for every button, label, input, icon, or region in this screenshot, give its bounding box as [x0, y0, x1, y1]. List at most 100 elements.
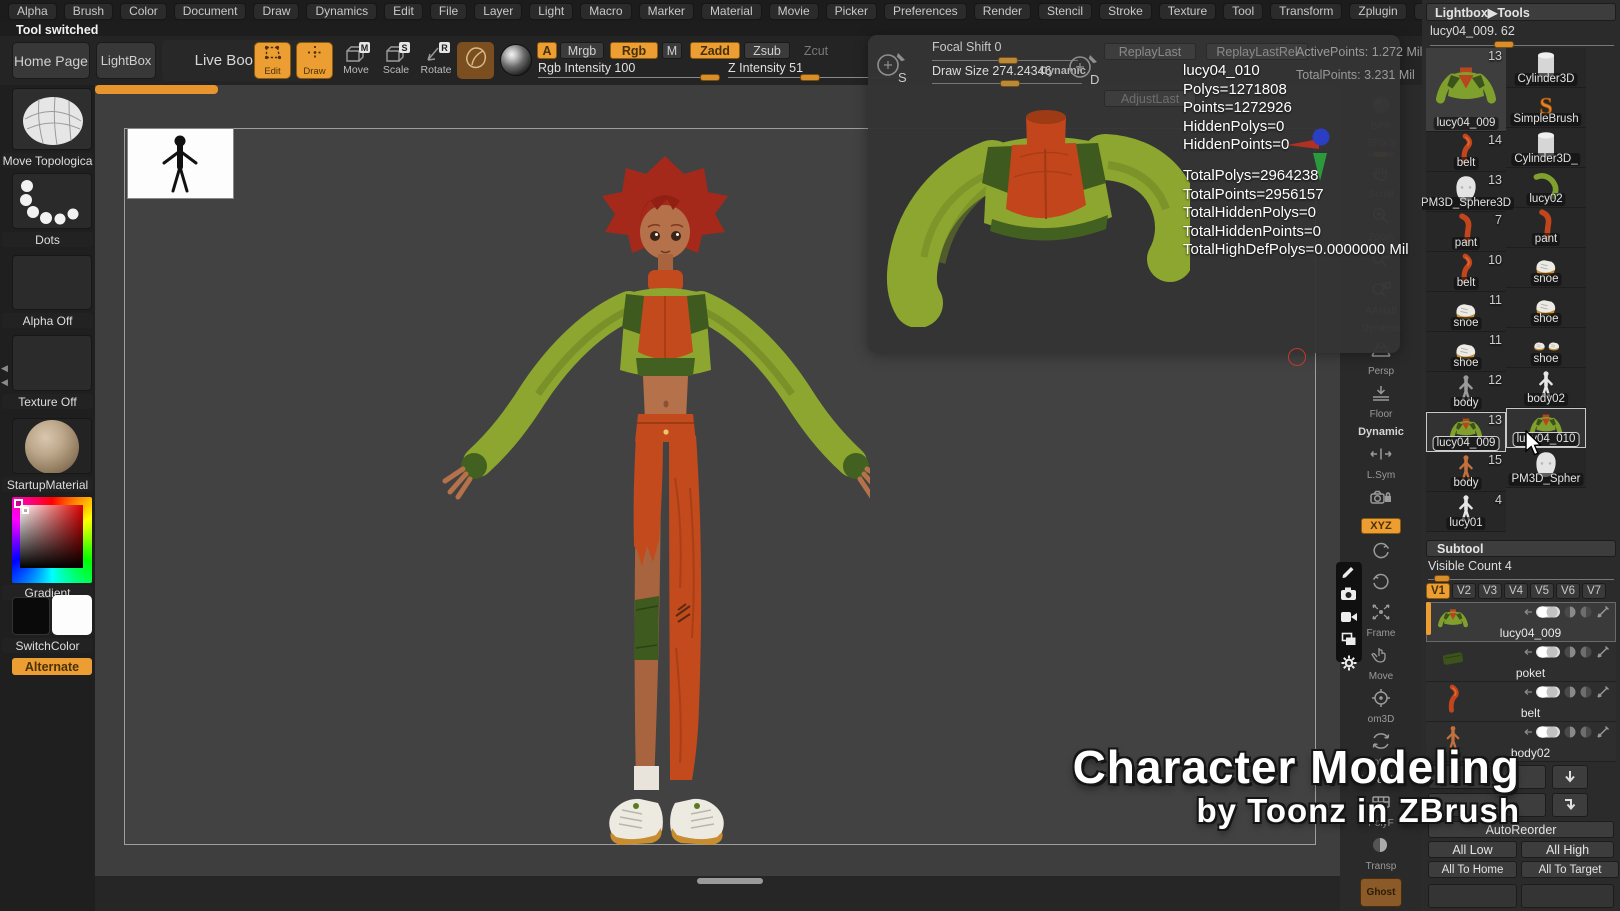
lightbox-button[interactable]: LightBox — [96, 42, 156, 79]
tool-item-belt[interactable]: 14belt — [1426, 132, 1506, 172]
tool-item-lucy04-010[interactable]: lucy04_010 — [1506, 408, 1586, 448]
menu-item-draw[interactable]: Draw — [253, 3, 299, 20]
tool-item-body[interactable]: 12body — [1426, 372, 1506, 412]
zsub-toggle[interactable]: Zsub — [744, 42, 790, 59]
move-button[interactable]: M Move — [338, 44, 374, 78]
menu-item-picker[interactable]: Picker — [826, 3, 877, 20]
shelf-item-spin-l[interactable] — [1369, 540, 1393, 565]
menu-item-marker[interactable]: Marker — [639, 3, 694, 20]
shelf-item-ghost[interactable]: Ghost — [1360, 878, 1403, 907]
shelf-item-camlock[interactable] — [1369, 487, 1393, 512]
visible-count-handle[interactable] — [1434, 575, 1450, 582]
subtool-tab-v6[interactable]: V6 — [1556, 583, 1580, 599]
tool-item-cylinder3d[interactable]: Cylinder3D — [1506, 48, 1586, 88]
gear-icon[interactable] — [1340, 654, 1358, 677]
alpha-thumbnail[interactable] — [12, 255, 92, 310]
shelf-item-floor[interactable]: Floor — [1369, 383, 1393, 420]
shelf-item-spin-r[interactable] — [1369, 571, 1393, 596]
horizontal-scrollbar[interactable] — [697, 878, 763, 884]
draw-size-handle[interactable] — [1000, 80, 1020, 87]
tool-item-pant[interactable]: 7pant — [1426, 212, 1506, 252]
replay-last-rel-button[interactable]: ReplayLastRel — [1206, 43, 1308, 60]
material-preview-ball[interactable] — [500, 44, 532, 76]
menu-item-document[interactable]: Document — [174, 3, 247, 20]
m-toggle[interactable]: M — [662, 42, 682, 59]
auto-reorder-button[interactable]: AutoReorder — [1428, 821, 1614, 838]
subtool-tab-v3[interactable]: V3 — [1478, 583, 1502, 599]
tool-item-pm3d-sphere3d[interactable]: 13PM3D_Sphere3D — [1426, 172, 1506, 212]
subtool-action-button-1[interactable] — [1428, 765, 1546, 789]
subtool-toggles[interactable] — [1522, 604, 1612, 625]
shelf-item-frame[interactable]: Frame — [1367, 602, 1396, 639]
tool-item-lucy01[interactable]: 4lucy01 — [1426, 492, 1506, 532]
saturation-selector[interactable] — [22, 507, 29, 514]
replay-last-button[interactable]: ReplayLast — [1104, 43, 1196, 60]
move-down-button[interactable] — [1552, 765, 1588, 789]
menu-item-render[interactable]: Render — [974, 3, 1031, 20]
shelf-item-polyf[interactable]: PolyF — [1368, 792, 1394, 829]
menu-item-transform[interactable]: Transform — [1270, 3, 1342, 20]
all-to-target-button[interactable]: All To Target — [1521, 861, 1619, 878]
draw-button[interactable]: Draw — [296, 42, 333, 79]
stroke-thumbnail[interactable] — [12, 173, 92, 229]
menu-item-material[interactable]: Material — [701, 3, 762, 20]
all-low-button[interactable]: All Low — [1428, 841, 1517, 858]
tool-slider-handle[interactable] — [1494, 41, 1514, 48]
menu-item-dynamics[interactable]: Dynamics — [306, 3, 377, 20]
color-picker[interactable] — [12, 497, 92, 583]
menu-item-preferences[interactable]: Preferences — [884, 3, 967, 20]
tool-item-pant[interactable]: pant — [1506, 208, 1586, 248]
pen-icon[interactable] — [1340, 562, 1358, 585]
shelf-item-xyz[interactable]: XYZ — [1361, 518, 1400, 534]
subtool-row-belt[interactable]: belt — [1426, 682, 1616, 722]
shelf-item-move[interactable]: Move — [1369, 645, 1393, 682]
menu-item-tool[interactable]: Tool — [1223, 3, 1263, 20]
focal-shift-handle[interactable] — [998, 57, 1018, 64]
menu-item-color[interactable]: Color — [120, 3, 167, 20]
switch-color-button[interactable]: SwitchColor — [2, 638, 93, 653]
tool-item-pm3d-spher[interactable]: PM3D_Spher — [1506, 448, 1586, 488]
subtool-toggles[interactable] — [1522, 644, 1612, 665]
menu-item-edit[interactable]: Edit — [384, 3, 423, 20]
color-picker-square[interactable] — [20, 505, 83, 568]
panel-collapse-arrow2-icon[interactable]: ◀ — [1, 377, 8, 388]
panel-collapse-arrow-icon[interactable]: ◀ — [1, 363, 8, 374]
shelf-item-l-sym[interactable]: L.Sym — [1367, 444, 1395, 481]
video-icon[interactable] — [1340, 608, 1358, 631]
subtool-row-lucy04-009[interactable]: lucy04_009 — [1426, 602, 1616, 642]
subtool-toggles[interactable] — [1522, 684, 1612, 705]
all-high-button[interactable]: All High — [1521, 841, 1614, 858]
main-color-swatch[interactable] — [12, 597, 50, 635]
ghost-transparency-button[interactable]: Ghost — [1360, 878, 1403, 907]
subtool-tab-v5[interactable]: V5 — [1530, 583, 1554, 599]
menu-item-macro[interactable]: Macro — [580, 3, 631, 20]
stroke-d-icon[interactable]: D — [1066, 51, 1102, 92]
tool-item-lucy04-009[interactable]: 13lucy04_009 — [1426, 48, 1506, 132]
rotate-button[interactable]: R Rotate — [418, 44, 454, 78]
scale-button[interactable]: S Scale — [378, 44, 414, 78]
a-toggle[interactable]: A — [537, 42, 557, 59]
lightbox-tools-header[interactable]: Lightbox▶Tools — [1426, 3, 1616, 21]
tool-item-snoe[interactable]: 11snoe — [1426, 292, 1506, 332]
subtool-tab-v1[interactable]: V1 — [1426, 583, 1450, 599]
rgb-intensity-slider[interactable] — [538, 77, 720, 78]
tool-item-snoe[interactable]: snoe — [1506, 248, 1586, 288]
live-boolean-button[interactable]: Live Boolean — [162, 40, 314, 81]
shelf-item-rotate[interactable]: Rotate — [1366, 731, 1395, 768]
subtool-row-poket[interactable]: poket — [1426, 642, 1616, 682]
menu-item-brush[interactable]: Brush — [64, 3, 113, 20]
tool-item-cylinder3d[interactable]: Cylinder3D_ — [1506, 128, 1586, 168]
all-to-home-button[interactable]: All To Home — [1428, 861, 1517, 878]
shelf-item-om3d[interactable]: om3D — [1368, 688, 1395, 725]
subtool-tab-v2[interactable]: V2 — [1452, 583, 1476, 599]
subtool-tab-v7[interactable]: V7 — [1582, 583, 1606, 599]
bottom-partial-button-1[interactable] — [1428, 884, 1517, 908]
menu-item-layer[interactable]: Layer — [474, 3, 522, 20]
shelf-item-transp[interactable]: Transp — [1366, 835, 1397, 872]
rgb-intensity-handle[interactable] — [700, 74, 720, 81]
tool-item-simplebrush[interactable]: SSimpleBrush — [1506, 88, 1586, 128]
shelf-item-dynamic[interactable]: Dynamic — [1358, 426, 1404, 438]
material-thumbnail[interactable] — [12, 418, 92, 474]
bottom-partial-button-2[interactable] — [1521, 884, 1614, 908]
menu-item-light[interactable]: Light — [529, 3, 573, 20]
